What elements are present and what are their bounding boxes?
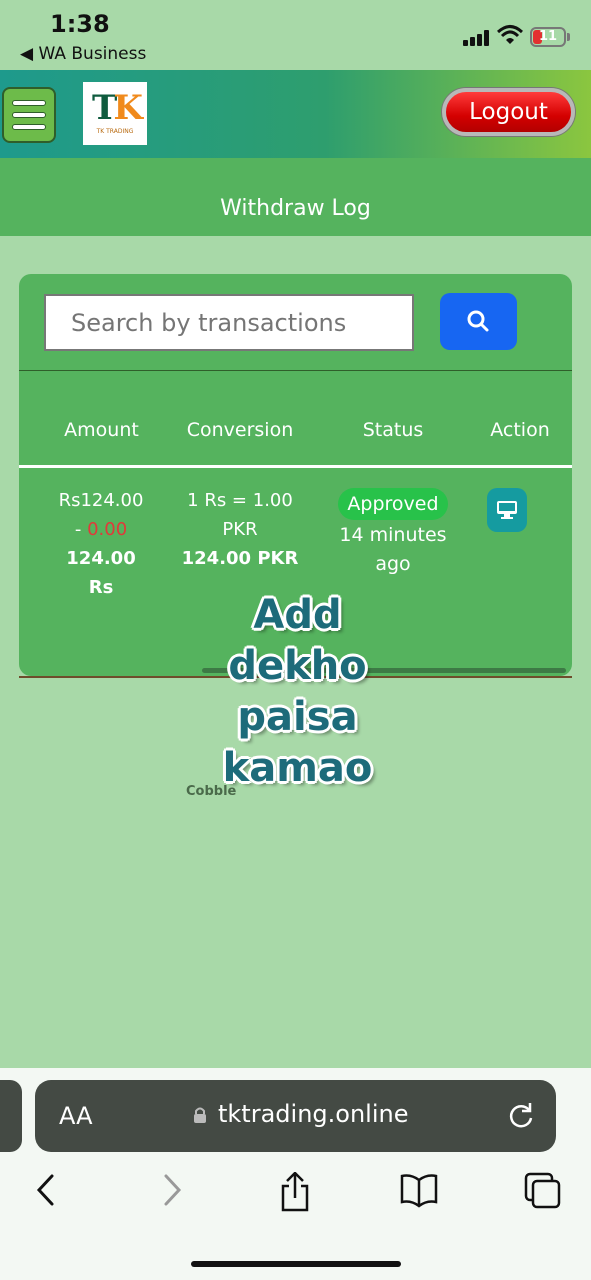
- status-time: 1:38: [50, 10, 110, 38]
- signal-icon: [463, 30, 489, 46]
- search-icon: [467, 310, 489, 332]
- page-header: Withdraw Log: [0, 158, 591, 236]
- page-title: Withdraw Log: [220, 196, 371, 221]
- bookmarks-icon[interactable]: [399, 1172, 439, 1208]
- sticker-watermark: Cobble: [186, 784, 237, 799]
- search-input[interactable]: [44, 294, 414, 351]
- forward-icon[interactable]: [160, 1172, 184, 1208]
- top-navbar: TK TK TRADING Logout: [0, 70, 591, 158]
- share-icon[interactable]: [278, 1172, 312, 1212]
- monitor-icon: [497, 501, 517, 519]
- logout-button[interactable]: Logout: [442, 88, 575, 136]
- hamburger-menu-button[interactable]: [2, 87, 56, 143]
- back-icon[interactable]: [34, 1172, 58, 1208]
- view-details-button[interactable]: [487, 488, 527, 532]
- column-header-status: Status: [362, 419, 424, 441]
- status-bar: 1:38 ◀ WA Business 11: [0, 0, 591, 70]
- brand-logo[interactable]: TK TK TRADING: [83, 82, 147, 145]
- address-bar[interactable]: AA tktrading.online: [35, 1080, 556, 1152]
- column-header-amount: Amount: [64, 419, 139, 441]
- lock-icon: [194, 1107, 206, 1123]
- browser-chrome: AA tktrading.online: [0, 1068, 591, 1280]
- conversion-cell: 1 Rs = 1.00 PKR 124.00 PKR: [181, 490, 299, 569]
- back-to-app-link[interactable]: ◀ WA Business: [20, 44, 146, 64]
- home-indicator: [191, 1261, 401, 1267]
- status-time-ago: 14 minutes ago: [339, 524, 447, 575]
- column-header-conversion: Conversion: [186, 419, 294, 441]
- text-size-button[interactable]: AA: [59, 1102, 93, 1130]
- battery-icon: 11: [530, 27, 566, 47]
- status-badge: Approved: [338, 488, 448, 520]
- sticker-overlay: Add dekho paisa kamao: [222, 592, 373, 791]
- battery-level: 11: [538, 29, 558, 44]
- charge-amount: 0.00: [87, 519, 128, 540]
- wifi-icon: [497, 25, 523, 44]
- url-text: tktrading.online: [218, 1100, 409, 1128]
- column-header-action: Action: [490, 419, 550, 441]
- previous-tab[interactable]: [0, 1080, 22, 1152]
- header-divider: [19, 465, 572, 468]
- divider: [19, 370, 572, 371]
- logo-subtitle: TK TRADING: [96, 128, 134, 135]
- amount-cell: Rs124.00 - 0.00 124.00 Rs: [58, 490, 144, 598]
- tabs-icon[interactable]: [524, 1172, 562, 1210]
- search-button[interactable]: [440, 293, 517, 350]
- reload-icon[interactable]: [508, 1102, 534, 1130]
